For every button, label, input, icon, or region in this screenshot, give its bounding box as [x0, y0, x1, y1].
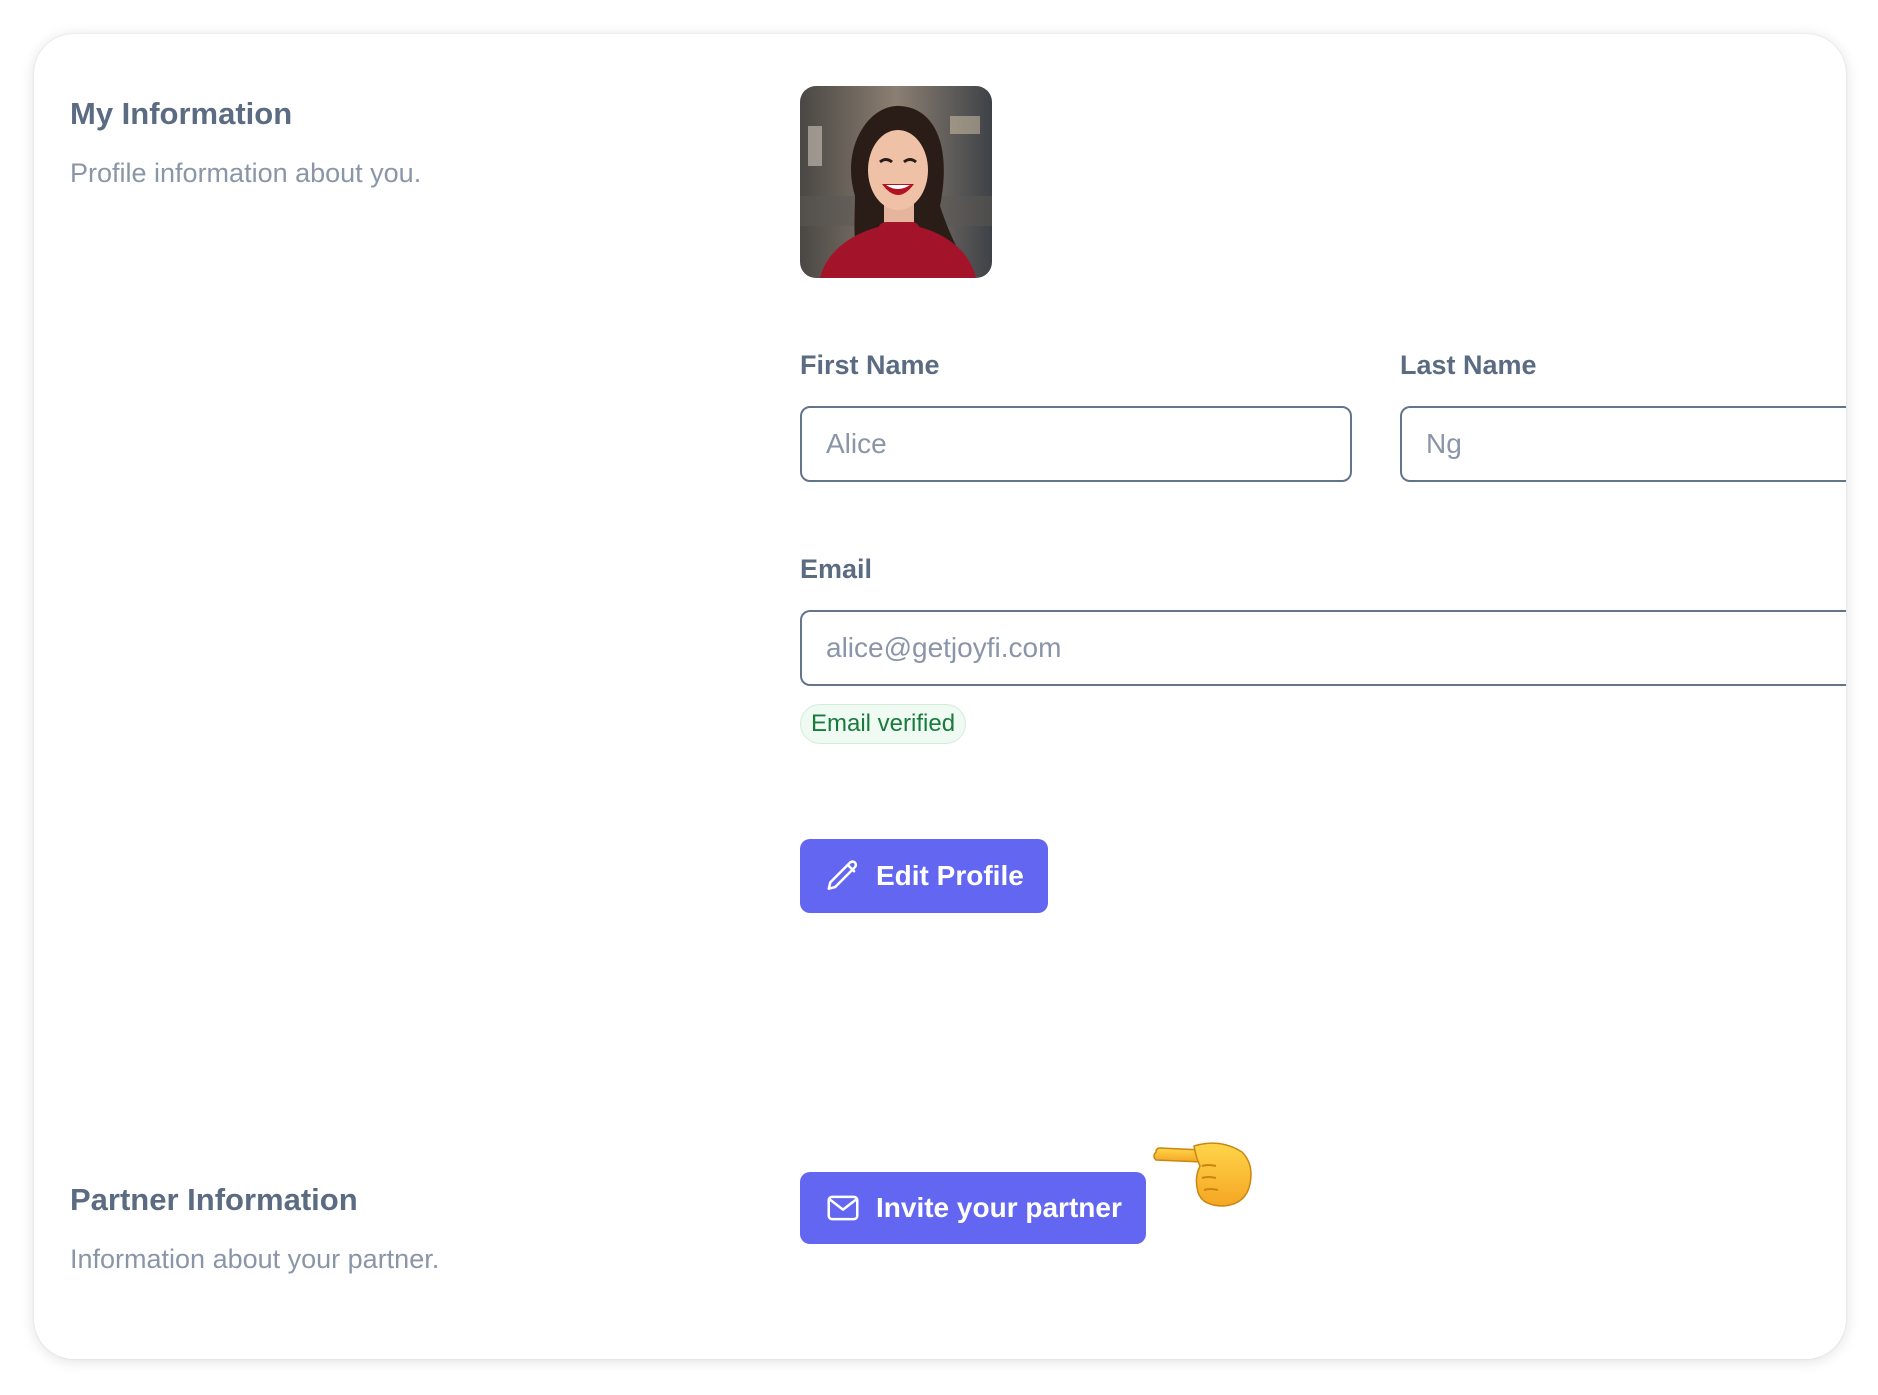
email-input[interactable]: [800, 610, 1846, 686]
pointing-hand-icon: [1150, 1134, 1260, 1219]
pencil-icon: [824, 857, 862, 895]
last-name-label: Last Name: [1400, 350, 1537, 380]
user-avatar[interactable]: [800, 86, 992, 278]
mail-icon: [824, 1189, 862, 1227]
invite-partner-button[interactable]: Invite your partner: [800, 1172, 1146, 1244]
edit-profile-button[interactable]: Edit Profile: [800, 839, 1048, 913]
my-information-description: Profile information about you.: [70, 158, 422, 188]
first-name-label: First Name: [800, 350, 940, 380]
last-name-input[interactable]: [1400, 406, 1846, 482]
first-name-input[interactable]: [800, 406, 1352, 482]
invite-partner-label: Invite your partner: [876, 1192, 1122, 1223]
my-information-title: My Information: [70, 96, 293, 131]
partner-information-title: Partner Information: [70, 1182, 358, 1217]
partner-information-description: Information about your partner.: [70, 1244, 440, 1274]
edit-profile-label: Edit Profile: [876, 860, 1024, 891]
email-verified-badge: Email verified: [800, 704, 967, 744]
profile-card: My Information Profile information about…: [34, 34, 1846, 1359]
email-label: Email: [800, 554, 873, 584]
